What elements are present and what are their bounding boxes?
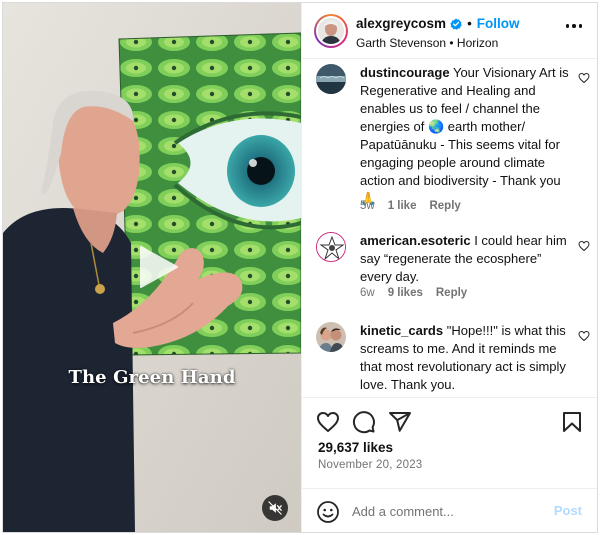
instagram-post-dialog: The Green Hand alexgreycosm • Follow Gar… <box>2 2 598 533</box>
commenter-avatar[interactable] <box>316 232 346 262</box>
like-comment-heart-icon[interactable] <box>578 240 590 252</box>
like-heart-icon[interactable] <box>316 410 340 434</box>
comment-meta: 6w 9 likes Reply <box>360 287 467 299</box>
like-comment-heart-icon[interactable] <box>578 72 590 84</box>
post-side-panel: alexgreycosm • Follow Garth Stevenson • … <box>301 3 597 532</box>
post-comment-button[interactable]: Post <box>554 503 582 518</box>
add-comment-input[interactable] <box>352 501 542 521</box>
commenter-username[interactable]: kinetic_cards <box>360 323 443 338</box>
reply-button[interactable]: Reply <box>429 200 460 212</box>
header-separator: • <box>467 16 472 31</box>
video-media[interactable]: The Green Hand <box>3 3 301 532</box>
commenter-username[interactable]: american.esoteric <box>360 233 471 248</box>
comments-list: dustincourage Your Visionary Art is Rege… <box>302 60 597 397</box>
more-options-icon[interactable] <box>565 24 582 28</box>
post-header: alexgreycosm • Follow Garth Stevenson • … <box>302 3 597 59</box>
share-paper-plane-icon[interactable] <box>388 410 412 434</box>
commenter-username[interactable]: dustincourage <box>360 65 450 80</box>
play-icon[interactable] <box>127 239 183 295</box>
video-caption: The Green Hand <box>68 367 236 388</box>
comment-age: 6w <box>360 287 375 299</box>
comment-bubble-icon[interactable] <box>352 410 376 434</box>
mute-button[interactable] <box>262 495 288 521</box>
add-comment-bar: Post <box>302 488 597 532</box>
globe-emoji: 🌏 <box>427 119 445 134</box>
like-comment-heart-icon[interactable] <box>578 330 590 342</box>
avatar-image <box>318 18 344 44</box>
speaker-muted-icon <box>268 501 282 515</box>
post-actions: 29,637 likes November 20, 2023 Post <box>302 397 597 532</box>
comment-likes[interactable]: 1 like <box>388 200 417 212</box>
avatar-image <box>316 322 346 352</box>
commenter-avatar[interactable] <box>316 64 346 94</box>
audio-attribution[interactable]: Garth Stevenson • Horizon <box>356 36 498 50</box>
post-date: November 20, 2023 <box>318 459 423 471</box>
comment-likes[interactable]: 9 likes <box>388 287 423 299</box>
save-bookmark-icon[interactable] <box>560 410 584 434</box>
likes-count[interactable]: 29,637 likes <box>318 440 393 455</box>
author-username[interactable]: alexgreycosm <box>356 16 446 31</box>
comment-meta: 5w 1 like Reply <box>360 200 461 212</box>
commenter-avatar[interactable] <box>316 322 346 352</box>
reply-button[interactable]: Reply <box>436 287 467 299</box>
verified-badge-icon <box>450 18 462 30</box>
author-avatar[interactable] <box>314 14 348 48</box>
avatar-image <box>316 64 346 94</box>
avatar-image <box>317 233 345 261</box>
follow-button[interactable]: Follow <box>477 16 520 31</box>
emoji-picker-icon[interactable] <box>316 500 340 524</box>
comment-age: 5w <box>360 200 375 212</box>
